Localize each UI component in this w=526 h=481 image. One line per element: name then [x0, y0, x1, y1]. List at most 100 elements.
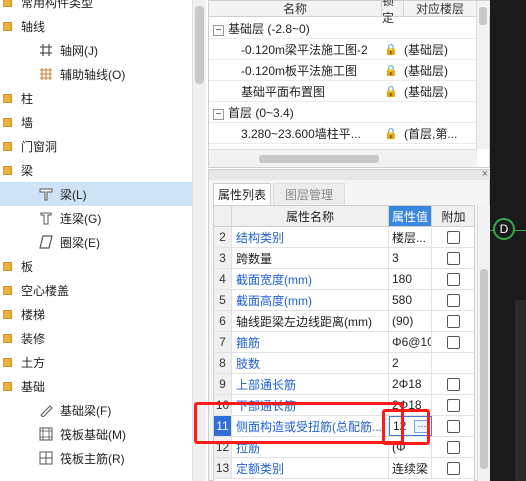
property-vscroll-thumb[interactable] [480, 269, 488, 469]
property-value-text[interactable]: 180 [392, 272, 412, 286]
additional-checkbox[interactable] [447, 251, 460, 265]
additional-checkbox[interactable] [447, 461, 460, 475]
tree-item-3[interactable]: 辅助轴线(O) [0, 62, 192, 86]
property-row[interactable]: 3 跨数量 3 [214, 248, 474, 269]
property-value-text[interactable]: 连续梁 [392, 460, 428, 477]
additional-checkbox[interactable] [447, 314, 460, 328]
close-icon[interactable]: × [482, 168, 488, 180]
tree-category-15[interactable]: 土方 [0, 350, 192, 374]
additional-checkbox[interactable] [447, 293, 460, 307]
property-value-text[interactable]: 2Φ18 [392, 398, 422, 412]
tree-category-6[interactable]: 门窗洞 [0, 134, 192, 158]
property-row[interactable]: 8 肢数 2 [214, 353, 474, 374]
additional-checkbox[interactable] [447, 440, 460, 454]
property-value-text[interactable]: 2Φ18 [392, 377, 422, 391]
floor-vscroll-thumb[interactable] [479, 7, 487, 25]
property-row[interactable]: 2 结构类别 楼层... [214, 227, 474, 248]
header-additional[interactable]: 附加 [432, 206, 474, 226]
floor-drawing-row[interactable]: -0.120m板平法施工图 🔒 (基础层) [209, 60, 477, 81]
property-value[interactable]: (Φ [389, 437, 432, 457]
floor-vertical-scrollbar[interactable] [476, 1, 489, 149]
header-property-value[interactable]: 属性值 [389, 206, 432, 226]
property-value-text[interactable]: 580 [392, 293, 412, 307]
property-value-text[interactable]: 12 [393, 419, 406, 433]
property-value-text[interactable]: (90) [392, 314, 413, 328]
additional-checkbox[interactable] [447, 419, 460, 433]
property-value[interactable]: 580 [389, 290, 432, 310]
tree-item-18[interactable]: 筏板基础(M) [0, 422, 192, 446]
floor-drawing-row[interactable]: 基础平面布置图 🔒 (基础层) [209, 81, 477, 102]
property-value-text[interactable]: 2 [392, 356, 399, 370]
property-vertical-scrollbar[interactable] [477, 205, 490, 481]
property-row[interactable]: 13 定额类别 连续梁 [214, 458, 474, 479]
floor-drawing-row[interactable]: -0.120m梁平法施工图-2 🔒 (基础层) [209, 39, 477, 60]
property-value[interactable]: 2Φ18 [389, 374, 432, 394]
property-value-text[interactable]: 楼层... [392, 229, 426, 246]
property-value-text[interactable]: (Φ [392, 440, 406, 454]
floor-row-floor: (基础层) [404, 42, 448, 57]
property-value-text[interactable]: Φ6@10 [392, 335, 431, 349]
tree-scrollbar[interactable] [192, 0, 206, 481]
tree-category-13[interactable]: 楼梯 [0, 302, 192, 326]
floor-horizontal-scrollbar[interactable] [209, 149, 477, 167]
property-row[interactable]: 12 拉筋 (Φ [214, 437, 474, 458]
tree-item-9[interactable]: 连梁(G) [0, 206, 192, 230]
lock-icon[interactable]: 🔒 [382, 43, 400, 56]
property-value[interactable]: 180 [389, 269, 432, 289]
more-options-button[interactable]: ··· [414, 420, 430, 433]
property-value[interactable]: (90) [389, 311, 432, 331]
tree-item-2[interactable]: 轴网(J) [0, 38, 192, 62]
tree-category-4[interactable]: 柱 [0, 86, 192, 110]
additional-checkbox[interactable] [447, 335, 460, 349]
tree-category-14[interactable]: 装修 [0, 326, 192, 350]
tree-item-8[interactable]: 梁(L) [0, 182, 192, 206]
tree-category-5[interactable]: 墙 [0, 110, 192, 134]
tree-item-19[interactable]: 筏板主筋(R) [0, 446, 192, 470]
floor-hscroll-thumb[interactable] [259, 155, 379, 163]
lock-icon[interactable]: 🔒 [382, 64, 400, 77]
tree-category-11[interactable]: 板 [0, 254, 192, 278]
lock-icon[interactable]: 🔒 [382, 127, 400, 140]
tree-item-10[interactable]: 圈梁(E) [0, 230, 192, 254]
tree-item-17[interactable]: 基础梁(F) [0, 398, 192, 422]
property-value-text[interactable]: 3 [392, 251, 399, 265]
floor-drawing-row[interactable]: 3.280~23.600墙柱平... 🔒 (首层,第... [209, 123, 477, 144]
additional-checkbox[interactable] [447, 230, 460, 244]
tree-category-7[interactable]: 梁 [0, 158, 192, 182]
floor-header-floor[interactable]: 对应楼层 [404, 1, 477, 16]
tree-scrollbar-thumb[interactable] [195, 6, 204, 84]
tab-property-list[interactable]: 属性列表 [213, 183, 271, 205]
header-property-name[interactable]: 属性名称 [232, 206, 389, 226]
property-value[interactable]: 3 [389, 248, 432, 268]
property-row[interactable]: 9 上部通长筋 2Φ18 [214, 374, 474, 395]
property-value[interactable]: 楼层... [389, 227, 432, 247]
axis-marker-d[interactable]: D [493, 218, 515, 240]
property-row[interactable]: 7 箍筋 Φ6@10 [214, 332, 474, 353]
property-value[interactable]: 2Φ18 [389, 395, 432, 415]
property-value[interactable]: 12 ··· [389, 416, 432, 436]
tree-category-1[interactable]: 轴线 [0, 14, 192, 38]
property-row[interactable]: 10 下部通长筋 2Φ18 [214, 395, 474, 416]
floor-group-row[interactable]: − 基础层 (-2.8~0) [209, 18, 477, 39]
additional-checkbox[interactable] [447, 377, 460, 391]
property-additional-cell [432, 458, 474, 478]
floor-header-lock[interactable]: 锁定 [382, 0, 404, 25]
property-value[interactable]: Φ6@10 [389, 332, 432, 352]
tab-layer-management[interactable]: 图层管理 [273, 183, 345, 205]
tree-category-16[interactable]: 基础 [0, 374, 192, 398]
additional-checkbox[interactable] [447, 272, 460, 286]
lock-icon[interactable]: 🔒 [382, 85, 400, 98]
collapse-icon[interactable]: − [213, 108, 224, 120]
property-row[interactable]: 5 截面高度(mm) 580 [214, 290, 474, 311]
collapse-icon[interactable]: − [213, 24, 224, 36]
tree-category-0[interactable]: 常用构件类型 [0, 0, 192, 14]
tree-category-12[interactable]: 空心楼盖 [0, 278, 192, 302]
floor-group-row[interactable]: − 首层 (0~3.4) [209, 102, 477, 123]
property-value[interactable]: 连续梁 [389, 458, 432, 478]
property-value[interactable]: 2 [389, 353, 432, 373]
property-row[interactable]: 4 截面宽度(mm) 180 [214, 269, 474, 290]
property-row[interactable]: 6 轴线距梁左边线距离(mm) (90) [214, 311, 474, 332]
additional-checkbox[interactable] [447, 398, 460, 412]
floor-header-name[interactable]: 名称 [209, 1, 382, 16]
property-row[interactable]: 11 侧面构造或受扭筋(总配筋... 12 ··· [214, 416, 474, 437]
